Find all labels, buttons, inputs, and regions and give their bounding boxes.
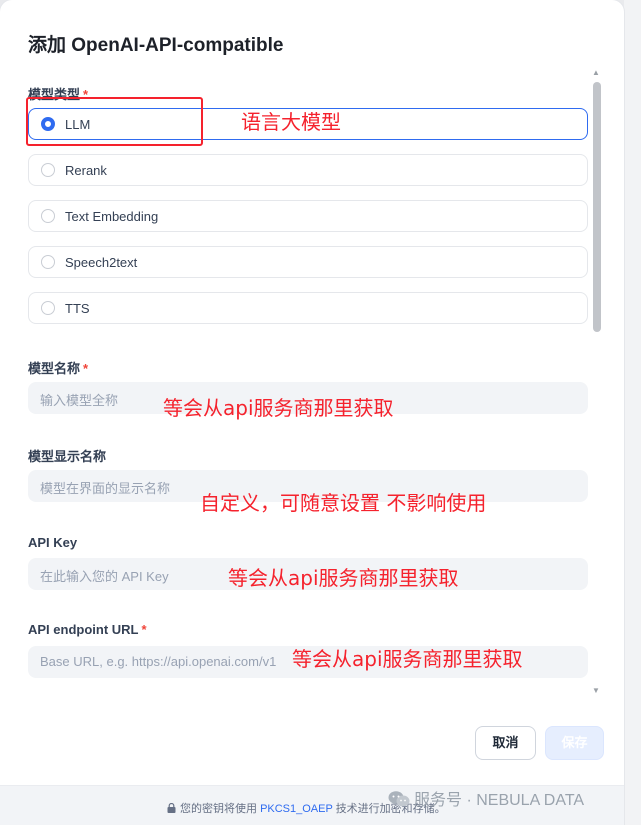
annotation-endpoint: 等会从api服务商那里获取 [292,647,523,671]
annotation-model-name: 等会从api服务商那里获取 [163,396,394,420]
pkcs-link[interactable]: PKCS1_OAEP [260,803,333,815]
annotation-llm: 语言大模型 [241,110,341,134]
cancel-button[interactable]: 取消 [475,726,536,760]
radio-option-rerank[interactable]: Rerank [28,154,588,186]
radio-unselected-icon [41,301,55,315]
footer-text-before: 您的密钥将使用 [180,803,257,815]
api-key-placeholder: 在此输入您的 API Key [40,569,169,584]
scroll-down-arrow-icon[interactable]: ▼ [592,686,600,695]
wechat-icon [388,791,410,807]
api-key-label: API Key [28,535,78,550]
radio-option-label: Text Embedding [65,209,159,224]
required-mark: * [83,361,89,376]
annotation-display-name: 自定义，可随意设置 不影响使用 [200,491,487,515]
radio-option-tts[interactable]: TTS [28,292,588,324]
watermark-text: 服务号 · NEBULA DATA [414,792,585,809]
model-name-placeholder: 输入模型全称 [40,393,119,408]
required-mark: * [141,622,147,637]
radio-unselected-icon [41,255,55,269]
scrollbar-thumb[interactable] [593,82,601,332]
radio-unselected-icon [41,163,55,177]
display-name-label: 模型显示名称 [28,449,107,464]
dialog-title: 添加 OpenAI-API-compatible [28,35,284,56]
add-model-dialog: 添加 OpenAI-API-compatible 模型类型 * LLM Reran… [0,0,624,825]
model-name-label: 模型名称 * [28,358,88,377]
radio-option-label: Speech2text [65,255,138,270]
annotation-api-key: 等会从api服务商那里获取 [228,566,459,590]
lock-icon [167,803,176,813]
annotation-highlight-box [26,97,203,146]
radio-option-speech2text[interactable]: Speech2text [28,246,588,278]
model-name-label-text: 模型名称 [28,361,81,376]
endpoint-placeholder: Base URL, e.g. https://api.openai.com/v1 [40,654,277,669]
wechat-watermark: 服务号 · NEBULA DATA [388,786,584,810]
endpoint-label: API endpoint URL * [28,622,147,637]
endpoint-label-text: API endpoint URL [28,622,139,637]
radio-option-text-embedding[interactable]: Text Embedding [28,200,588,232]
background-strip [624,0,641,825]
radio-unselected-icon [41,209,55,223]
radio-option-label: TTS [65,301,90,316]
save-button[interactable]: 保存 [545,726,604,760]
scroll-up-arrow-icon[interactable]: ▲ [592,68,600,77]
display-name-placeholder: 模型在界面的显示名称 [40,481,171,496]
radio-option-label: Rerank [65,163,107,178]
